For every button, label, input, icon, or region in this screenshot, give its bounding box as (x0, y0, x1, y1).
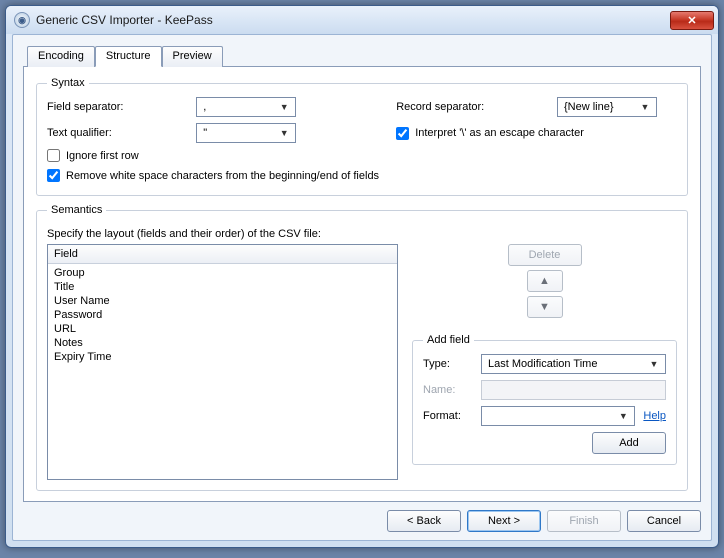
type-value: Last Modification Time (488, 358, 597, 370)
field-list-body[interactable]: GroupTitleUser NamePasswordURLNotesExpir… (48, 264, 397, 479)
list-item[interactable]: Group (48, 266, 397, 280)
record-separator-value: {New line} (564, 101, 614, 113)
text-qualifier-value: " (203, 127, 207, 139)
wizard-footer: < Back Next > Finish Cancel (23, 502, 701, 532)
arrow-down-icon: ▼ (539, 301, 550, 313)
list-item[interactable]: URL (48, 322, 397, 336)
list-item[interactable]: Password (48, 308, 397, 322)
chevron-down-icon: ▼ (638, 102, 652, 112)
arrow-up-icon: ▲ (539, 275, 550, 287)
help-link[interactable]: Help (643, 410, 666, 422)
add-button[interactable]: Add (592, 432, 666, 454)
cancel-button[interactable]: Cancel (627, 510, 701, 532)
field-separator-value: , (203, 101, 206, 113)
list-item[interactable]: Expiry Time (48, 350, 397, 364)
move-up-button[interactable]: ▲ (527, 270, 563, 292)
type-combo[interactable]: Last Modification Time ▼ (481, 354, 666, 374)
chevron-down-icon: ▼ (277, 102, 291, 112)
tab-strip: Encoding Structure Preview (27, 45, 701, 66)
back-button[interactable]: < Back (387, 510, 461, 532)
name-label: Name: (423, 384, 473, 396)
name-input (481, 380, 666, 400)
finish-button[interactable]: Finish (547, 510, 621, 532)
chevron-down-icon: ▼ (647, 359, 661, 369)
record-separator-combo[interactable]: {New line} ▼ (557, 97, 657, 117)
type-label: Type: (423, 358, 473, 370)
tab-preview[interactable]: Preview (162, 46, 223, 67)
field-separator-label: Field separator: (47, 101, 186, 113)
text-qualifier-label: Text qualifier: (47, 127, 186, 139)
move-down-button[interactable]: ▼ (527, 296, 563, 318)
text-qualifier-combo[interactable]: " ▼ (196, 123, 296, 143)
ignore-first-row-checkbox[interactable] (47, 149, 60, 162)
window-title: Generic CSV Importer - KeePass (36, 13, 670, 27)
list-item[interactable]: User Name (48, 294, 397, 308)
semantics-legend: Semantics (47, 204, 106, 216)
next-button[interactable]: Next > (467, 510, 541, 532)
tab-encoding[interactable]: Encoding (27, 46, 95, 67)
app-icon: ◉ (14, 12, 30, 28)
interpret-escape-checkbox[interactable] (396, 127, 409, 140)
add-field-legend: Add field (423, 334, 474, 346)
syntax-group: Syntax Field separator: , ▼ Record separ… (36, 77, 688, 196)
window-frame: ◉ Generic CSV Importer - KeePass ✕ Encod… (5, 5, 719, 548)
chevron-down-icon: ▼ (277, 128, 291, 138)
delete-button[interactable]: Delete (508, 244, 582, 266)
remove-whitespace-checkbox[interactable] (47, 169, 60, 182)
specify-layout-label: Specify the layout (fields and their ord… (47, 228, 677, 240)
remove-whitespace-label: Remove white space characters from the b… (66, 170, 379, 182)
list-item[interactable]: Title (48, 280, 397, 294)
list-item[interactable]: Notes (48, 336, 397, 350)
field-separator-combo[interactable]: , ▼ (196, 97, 296, 117)
syntax-legend: Syntax (47, 77, 89, 89)
record-separator-label: Record separator: (396, 101, 547, 113)
field-list-header[interactable]: Field (48, 245, 397, 264)
field-list[interactable]: Field GroupTitleUser NamePasswordURLNote… (47, 244, 398, 480)
ignore-first-row-label: Ignore first row (66, 150, 139, 162)
titlebar[interactable]: ◉ Generic CSV Importer - KeePass ✕ (6, 6, 718, 34)
tab-structure[interactable]: Structure (95, 46, 162, 67)
close-icon: ✕ (687, 14, 696, 27)
format-combo[interactable]: ▼ (481, 406, 635, 426)
close-button[interactable]: ✕ (670, 11, 714, 30)
tab-panel-structure: Syntax Field separator: , ▼ Record separ… (23, 66, 701, 502)
add-field-group: Add field Type: Last Modification Time ▼… (412, 334, 677, 465)
semantics-group: Semantics Specify the layout (fields and… (36, 204, 688, 491)
interpret-escape-label: Interpret '\' as an escape character (415, 127, 584, 139)
format-label: Format: (423, 410, 473, 422)
client-area: Encoding Structure Preview Syntax Field … (12, 34, 712, 541)
chevron-down-icon: ▼ (616, 411, 630, 421)
